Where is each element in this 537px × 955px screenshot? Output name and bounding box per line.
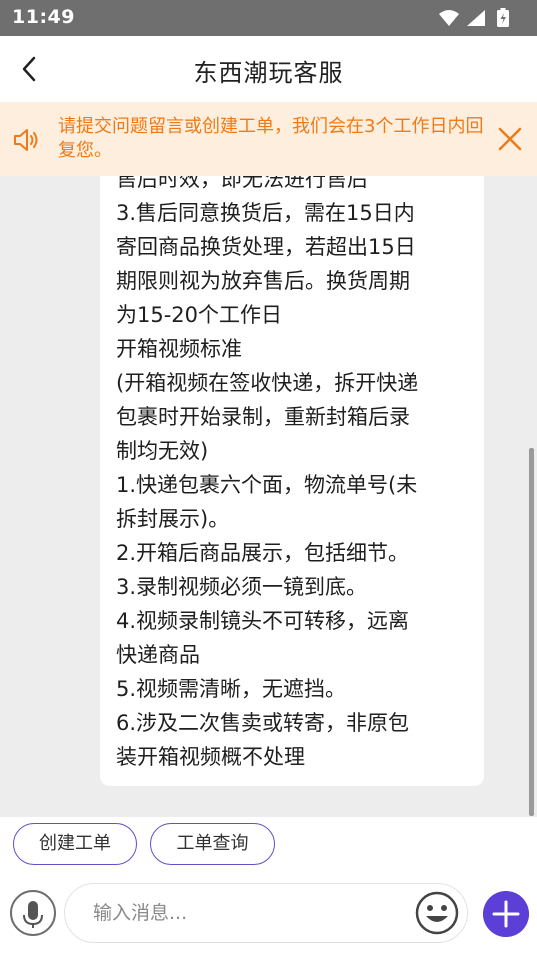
wifi-icon <box>439 10 459 26</box>
scrollbar[interactable] <box>529 448 534 816</box>
status-icons <box>439 8 509 27</box>
message-line: 2.开箱后商品展示，包括细节。 <box>116 541 410 565</box>
message-line: 包裹时开始录制，重新封箱后录 <box>116 405 410 429</box>
message-line: 3.录制视频必须一镜到底。 <box>116 575 368 599</box>
header: 东西潮玩客服 <box>0 36 537 102</box>
message-line: 售后时效，即无法进行售后 <box>116 176 368 191</box>
page-title: 东西潮玩客服 <box>193 59 344 87</box>
quick-action-bar: 创建工单 工单查询 <box>0 817 537 879</box>
plus-icon[interactable] <box>483 891 529 937</box>
notice-banner: 请提交问题留言或创建工单，我们会在3个工作日内回复您。 <box>0 102 537 176</box>
message-input[interactable] <box>64 883 468 943</box>
signal-icon <box>467 10 485 26</box>
notice-text: 请提交问题留言或创建工单，我们会在3个工作日内回复您。 <box>58 116 484 161</box>
close-icon[interactable] <box>495 124 525 154</box>
message-line: 快递商品 <box>116 643 200 667</box>
message-line: 为15-20个工作日 <box>116 303 283 327</box>
message-line: 期限则视为放弃售后。换货周期 <box>116 269 410 293</box>
status-time: 11:49 <box>12 6 75 28</box>
emoji-icon[interactable] <box>414 890 460 936</box>
create-ticket-button[interactable]: 创建工单 <box>13 823 137 865</box>
message-line: 4.视频录制镜头不可转移，远离 <box>116 609 410 633</box>
speaker-icon <box>14 129 38 151</box>
battery-icon <box>497 8 509 27</box>
microphone-icon <box>23 901 43 928</box>
message-line: 5.视频需清晰，无遮挡。 <box>116 677 347 701</box>
chat-area[interactable]: 请联系客服。如未在规定时间内提供，视为超过售后时效，即无法进行售后3.售后同意换… <box>0 176 537 817</box>
status-bar: 11:49 <box>0 0 537 36</box>
message-line: 装开箱视频概不处理 <box>116 745 305 769</box>
message-line: 1.快递包裹六个面，物流单号(未 <box>116 473 418 497</box>
message-line: 开箱视频标准 <box>116 337 242 361</box>
message-line: 寄回商品换货处理，若超出15日 <box>116 235 416 259</box>
message-line: 制均无效) <box>116 439 209 463</box>
message-bubble: 请联系客服。如未在规定时间内提供，视为超过售后时效，即无法进行售后3.售后同意换… <box>100 176 484 786</box>
message-line: 3.售后同意换货后，需在15日内 <box>116 201 415 225</box>
message-line: (开箱视频在签收快递，拆开快递 <box>116 371 419 395</box>
message-line: 拆封展示)。 <box>116 507 230 531</box>
input-bar <box>0 879 537 955</box>
ticket-query-button[interactable]: 工单查询 <box>150 823 275 865</box>
voice-button[interactable] <box>10 890 56 936</box>
message-line: 6.涉及二次售卖或转寄，非原包 <box>116 711 410 735</box>
